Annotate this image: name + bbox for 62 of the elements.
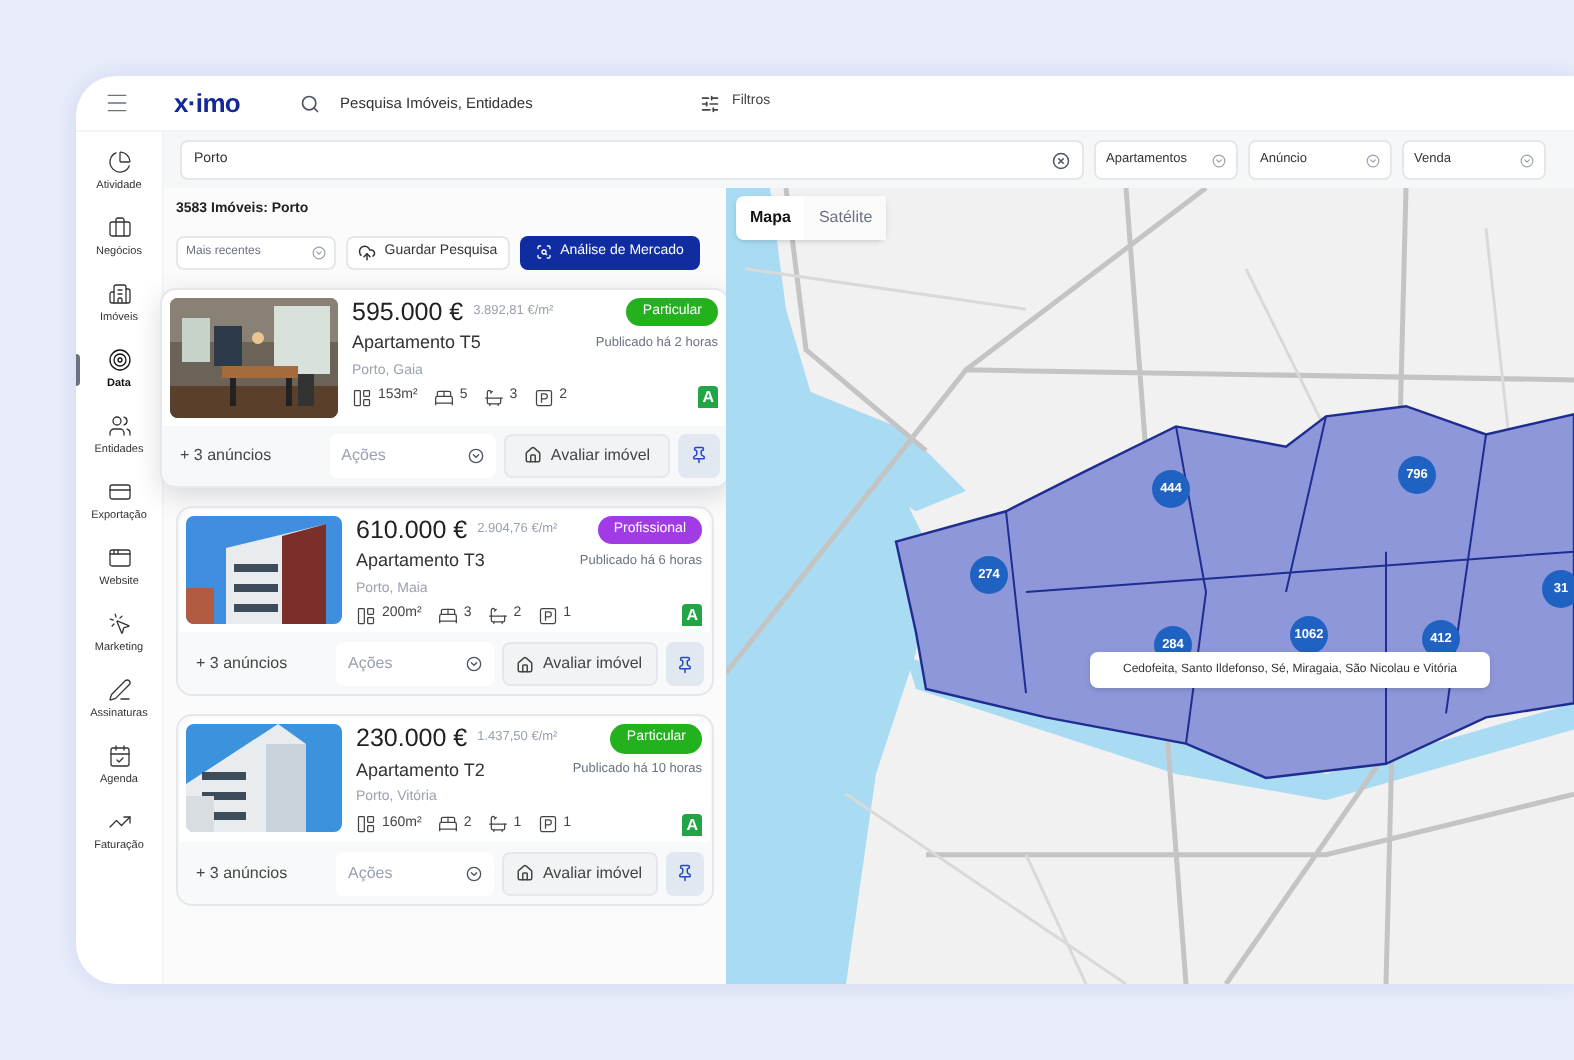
pin-icon — [690, 446, 709, 464]
bed-icon — [437, 814, 458, 834]
energy-rating: A — [682, 813, 702, 835]
listing-title: Apartamento T2 — [356, 757, 485, 784]
bed-icon — [437, 605, 458, 625]
chevron-icon — [1520, 153, 1534, 167]
evaluate-button[interactable]: Avaliar imóvel — [501, 642, 658, 686]
scan-search-icon — [536, 244, 553, 260]
search-icon[interactable] — [300, 93, 321, 113]
bed-icon — [433, 387, 454, 407]
price: 595.000 € — [352, 299, 464, 324]
menu-icon[interactable] — [104, 90, 130, 116]
pin-button[interactable] — [678, 433, 720, 477]
house-icon — [516, 864, 535, 882]
parking-icon — [537, 605, 558, 625]
clear-icon[interactable] — [1052, 151, 1070, 169]
briefcase-icon — [107, 216, 131, 241]
sliders-icon — [700, 93, 721, 113]
card-icon — [107, 480, 131, 505]
floor-plan-icon — [356, 605, 376, 625]
chevron-icon — [468, 447, 485, 463]
cloud-upload-icon — [358, 243, 377, 261]
chevron-icon — [465, 656, 482, 672]
calendar-icon — [107, 744, 131, 769]
map-type-tab[interactable]: Satélite — [804, 196, 887, 240]
building-icon — [107, 282, 131, 307]
parking-icon — [533, 387, 554, 407]
chevron-icon — [465, 865, 482, 881]
more-listings-link[interactable]: + 3 anúncios — [186, 861, 329, 885]
house-icon — [524, 446, 543, 464]
pointer-icon — [107, 612, 131, 637]
pin-button[interactable] — [665, 851, 704, 895]
price: 610.000 € — [356, 517, 468, 542]
listing-title: Apartamento T3 — [356, 548, 485, 574]
pen-icon — [107, 678, 131, 703]
price: 230.000 € — [356, 726, 468, 751]
energy-rating: A — [682, 604, 702, 626]
chevron-icon — [1366, 153, 1380, 167]
parking-icon — [537, 814, 558, 834]
floor-plan-icon — [352, 387, 372, 407]
logo: x·imo — [174, 85, 241, 122]
pie-chart-icon — [107, 150, 131, 175]
more-listings-link[interactable]: + 3 anúncios — [186, 652, 329, 676]
bath-icon — [487, 605, 508, 625]
evaluate-button[interactable]: Avaliar imóvel — [504, 433, 671, 477]
chevron-icon — [312, 245, 326, 259]
more-listings-link[interactable]: + 3 anúncios — [170, 443, 322, 467]
pin-button[interactable] — [665, 642, 704, 686]
evaluate-button[interactable]: Avaliar imóvel — [501, 851, 658, 895]
users-icon — [107, 414, 131, 439]
bath-icon — [483, 387, 504, 407]
target-icon — [107, 348, 131, 373]
chevron-icon — [1212, 153, 1226, 167]
pin-icon — [675, 864, 694, 882]
map-type-tab[interactable]: Mapa — [736, 196, 805, 240]
bath-icon — [487, 814, 508, 834]
energy-rating: A — [698, 386, 718, 408]
pin-icon — [675, 655, 694, 673]
floor-plan-icon — [356, 814, 376, 834]
house-icon — [516, 655, 535, 673]
listing-title: Apartamento T5 — [352, 330, 481, 356]
browser-window-icon — [107, 546, 131, 571]
